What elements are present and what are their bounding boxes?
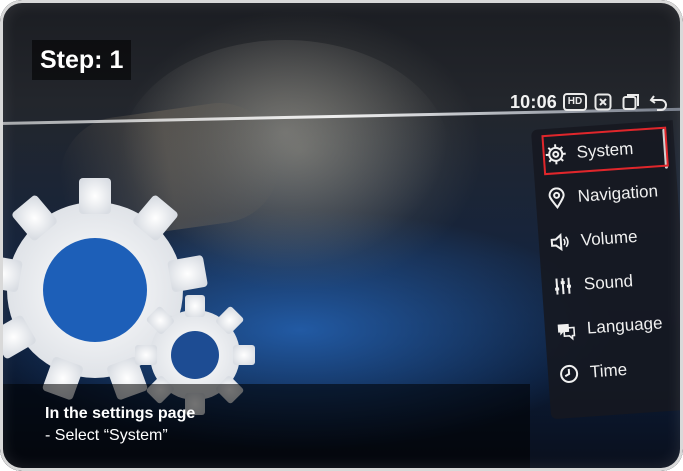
menu-item-label: Sound xyxy=(583,271,634,294)
settings-menu: System Navigation Volume Sound Language xyxy=(531,120,683,420)
menu-item-sound[interactable]: Sound xyxy=(551,258,678,307)
menu-item-label: Navigation xyxy=(577,181,659,206)
speaker-icon xyxy=(548,231,571,254)
caption-subtitle: - Select “System” xyxy=(45,427,168,444)
back-arrow-icon[interactable] xyxy=(649,92,669,112)
infotainment-screen: 10:06 HD Step: 1 System Navigation Volum… xyxy=(0,0,683,471)
clock-time: 10:06 xyxy=(509,91,557,112)
gear-icon xyxy=(544,143,567,166)
equalizer-icon xyxy=(551,274,574,297)
menu-item-language[interactable]: Language xyxy=(554,302,681,351)
menu-item-system[interactable]: System xyxy=(541,126,669,176)
clock-icon xyxy=(557,362,580,385)
menu-item-label: Volume xyxy=(580,226,639,250)
settings-gears-graphic xyxy=(0,178,255,415)
menu-item-label: Time xyxy=(589,359,628,382)
menu-item-volume[interactable]: Volume xyxy=(548,214,675,263)
hd-label: HD xyxy=(562,93,588,111)
close-box-icon[interactable] xyxy=(593,92,613,112)
menu-item-navigation[interactable]: Navigation xyxy=(544,170,671,219)
hd-radio-icon: HD xyxy=(562,92,588,112)
location-pin-icon xyxy=(545,187,568,210)
language-icon xyxy=(554,318,577,341)
caption-title: In the settings page xyxy=(45,405,196,422)
menu-item-time[interactable]: Time xyxy=(557,346,683,395)
step-title: Step: 1 xyxy=(32,40,132,80)
menu-item-label: System xyxy=(576,138,634,162)
menu-item-label: Language xyxy=(586,313,664,338)
windows-icon[interactable] xyxy=(621,92,641,112)
status-bar: 10:06 HD xyxy=(510,88,669,116)
